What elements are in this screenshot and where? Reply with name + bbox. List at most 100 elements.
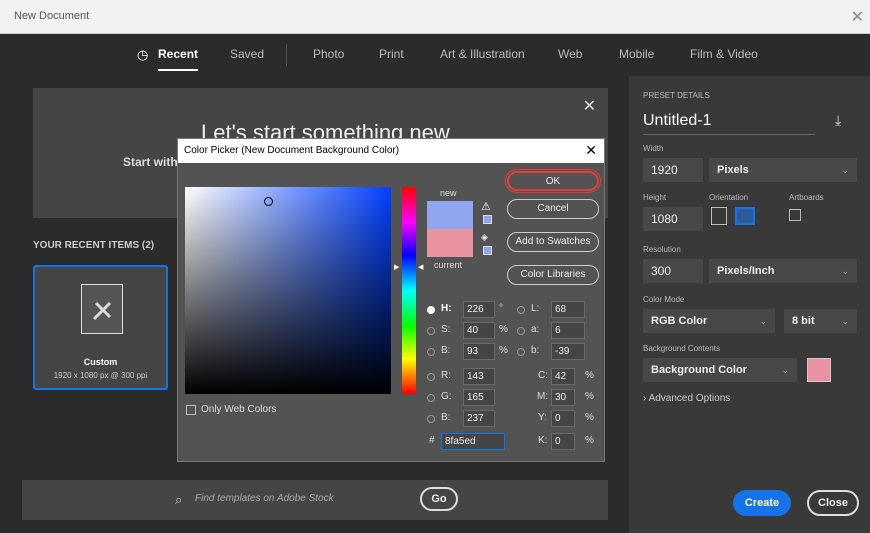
advanced-options-toggle[interactable]: › Advanced Options: [643, 393, 730, 404]
chevron-down-icon: ⌄: [841, 316, 849, 326]
l-radio[interactable]: [517, 306, 525, 314]
background-contents-select[interactable]: Background Color ⌄: [643, 358, 797, 382]
recent-count: (2): [141, 240, 155, 251]
h-radio[interactable]: [427, 306, 435, 314]
r-row: R: 143 C: 42 %: [427, 368, 607, 386]
tab-mobile[interactable]: Mobile: [619, 47, 654, 61]
yellow-input[interactable]: 0: [551, 410, 575, 427]
clock-icon: ◷: [137, 47, 149, 62]
cancel-button[interactable]: Cancel: [507, 199, 599, 219]
cyan-input[interactable]: 42: [551, 368, 575, 385]
nav-divider: [286, 44, 287, 66]
create-button[interactable]: Create: [733, 490, 791, 516]
color-picker-dialog: Color Picker (New Document Background Co…: [177, 138, 605, 462]
search-input[interactable]: Find templates on Adobe Stock: [195, 493, 334, 504]
hue-slider-left-arrow-icon[interactable]: ▶: [394, 263, 399, 271]
template-search-bar: ⌕ Find templates on Adobe Stock Go: [22, 480, 608, 520]
magenta-input[interactable]: 30: [551, 389, 575, 406]
lab-b-radio[interactable]: [517, 348, 525, 356]
name-underline: [643, 134, 815, 135]
close-icon[interactable]: ✕: [583, 96, 596, 116]
close-icon[interactable]: ✕: [585, 142, 597, 159]
tab-photo[interactable]: Photo: [313, 47, 344, 61]
chevron-down-icon: ⌄: [759, 316, 767, 326]
save-preset-icon[interactable]: ⤓: [835, 112, 841, 129]
b-row: B: 93 % b: -39: [427, 343, 607, 361]
tab-web[interactable]: Web: [558, 47, 582, 61]
blue-radio[interactable]: [427, 415, 435, 423]
ok-button[interactable]: OK: [505, 169, 601, 193]
current-color-swatch[interactable]: [427, 229, 473, 257]
recent-item-card[interactable]: Custom 1920 x 1080 px @ 300 ppi: [33, 265, 168, 390]
width-label: Width: [643, 144, 664, 153]
recent-item-name: Custom: [83, 357, 118, 367]
blue-row: B: 237 Y: 0 %: [427, 410, 607, 428]
gamut-swatch[interactable]: [483, 215, 492, 224]
hex-input[interactable]: 8fa5ed: [441, 433, 505, 450]
go-button[interactable]: Go: [420, 487, 458, 511]
color-field[interactable]: [185, 187, 391, 394]
orientation-label: Orientation: [709, 193, 749, 202]
green-input[interactable]: 165: [463, 389, 495, 406]
hue-slider-right-arrow-icon[interactable]: ◀: [418, 263, 423, 271]
tab-art-illustration[interactable]: Art & Illustration: [440, 47, 525, 61]
new-color-swatch: [427, 201, 473, 229]
current-color-label: current: [434, 260, 463, 270]
brightness-input[interactable]: 93: [463, 343, 495, 360]
tab-saved[interactable]: Saved: [230, 47, 264, 61]
resolution-unit-select[interactable]: Pixels/Inch ⌄: [709, 259, 857, 283]
s-radio[interactable]: [427, 327, 435, 335]
a-radio[interactable]: [517, 327, 525, 335]
window-title: New Document: [14, 10, 90, 22]
tab-print[interactable]: Print: [379, 47, 404, 61]
new-color-label: new: [440, 188, 457, 198]
color-picker-titlebar: Color Picker (New Document Background Co…: [178, 139, 604, 163]
s-row: S: 40 % a: 6: [427, 322, 607, 340]
artboards-checkbox[interactable]: [789, 209, 801, 221]
r-radio[interactable]: [427, 373, 435, 381]
chevron-down-icon: ⌄: [781, 365, 789, 375]
g-row: G: 165 M: 30 %: [427, 389, 607, 407]
g-radio[interactable]: [427, 394, 435, 402]
hue-input[interactable]: 226: [463, 301, 495, 318]
gamut-warning-icon[interactable]: ⚠: [481, 200, 491, 213]
only-web-colors-label: Only Web Colors: [201, 404, 277, 415]
tab-recent[interactable]: Recent: [158, 47, 199, 71]
lab-b-input[interactable]: -39: [551, 343, 585, 360]
tab-film-video[interactable]: Film & Video: [690, 47, 758, 61]
width-input[interactable]: 1920: [643, 158, 703, 182]
landscape-orientation-icon[interactable]: [735, 207, 755, 225]
background-color-swatch[interactable]: [807, 358, 831, 382]
portrait-orientation-icon[interactable]: [711, 207, 727, 225]
only-web-colors-checkbox[interactable]: [186, 405, 196, 415]
brightness-radio[interactable]: [427, 348, 435, 356]
window-close-icon[interactable]: ✕: [851, 7, 864, 27]
saturation-input[interactable]: 40: [463, 322, 495, 339]
h-row: H: 226 ° L: 68: [427, 301, 607, 319]
recent-item-dims: 1920 x 1080 px @ 300 ppi: [53, 371, 148, 380]
hue-slider[interactable]: [402, 187, 416, 394]
hex-row: # 8fa5ed K: 0 %: [427, 433, 607, 451]
black-input[interactable]: 0: [551, 433, 575, 450]
web-safe-cube-icon[interactable]: ◈: [481, 232, 488, 243]
resolution-label: Resolution: [643, 245, 681, 254]
a-input[interactable]: 6: [551, 322, 585, 339]
width-unit-select[interactable]: Pixels ⌄: [709, 158, 857, 182]
document-name-field[interactable]: Untitled-1: [643, 112, 711, 130]
color-libraries-button[interactable]: Color Libraries: [507, 265, 599, 285]
color-field-cursor[interactable]: [264, 197, 273, 206]
recent-items-heading: YOUR RECENT ITEMS (2): [33, 240, 155, 251]
color-mode-select[interactable]: RGB Color ⌄: [643, 309, 775, 333]
bit-depth-select[interactable]: 8 bit ⌄: [784, 309, 857, 333]
height-input[interactable]: 1080: [643, 207, 703, 231]
blue-input[interactable]: 237: [463, 410, 495, 427]
color-mode-label: Color Mode: [643, 295, 685, 304]
resolution-input[interactable]: 300: [643, 259, 703, 283]
red-input[interactable]: 143: [463, 368, 495, 385]
chevron-down-icon: ⌄: [841, 266, 849, 276]
add-to-swatches-button[interactable]: Add to Swatches: [507, 232, 599, 252]
height-label: Height: [643, 193, 667, 202]
l-input[interactable]: 68: [551, 301, 585, 318]
close-button[interactable]: Close: [807, 490, 859, 516]
web-safe-swatch[interactable]: [483, 246, 492, 255]
